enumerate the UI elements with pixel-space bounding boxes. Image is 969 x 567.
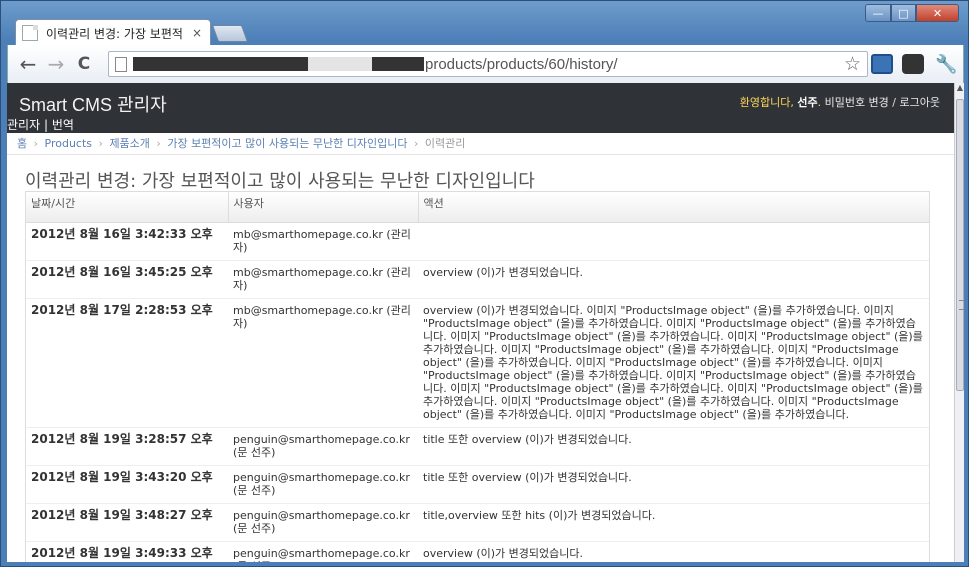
user-dot: .	[817, 96, 822, 109]
user-tools-separator: /	[892, 96, 897, 109]
breadcrumb-separator: ›	[98, 137, 103, 150]
row-user: penguin@smarthomepage.co.kr (문 선주)	[228, 503, 418, 542]
row-action: title,overview 또한 hits (이)가 변경되었습니다.	[418, 503, 929, 542]
row-datetime: 2012년 8월 19일 3:49:33 오후	[26, 541, 228, 562]
row-action: overview (이)가 변경되었습니다. 이미지 "ProductsImag…	[418, 298, 929, 428]
breadcrumb-separator: ›	[156, 137, 161, 150]
breadcrumb: 홈 › Products › 제품소개 › 가장 보편적이고 많이 사용되는 무…	[7, 133, 954, 155]
scrollbar-thumb[interactable]	[956, 99, 964, 391]
reload-button[interactable]: C	[70, 50, 98, 78]
browser-window: 이력관리 변경: 가장 보편적 × — □ ✕ ← → C products/p…	[0, 0, 969, 567]
site-brand: Smart CMS 관리자	[19, 95, 167, 115]
table-row: 2012년 8월 19일 3:43:20 오후 penguin@smarthom…	[26, 465, 929, 504]
redacted-url-gap	[308, 57, 372, 71]
url-text: products/products/60/history/	[425, 55, 618, 73]
admin-link[interactable]: 관리자	[7, 118, 40, 132]
row-datetime: 2012년 8월 16일 3:45:25 오후	[26, 260, 228, 299]
table-row: 2012년 8월 19일 3:48:27 오후 penguin@smarthom…	[26, 503, 929, 542]
tab-close-icon[interactable]: ×	[192, 26, 202, 40]
window-controls: — □ ✕	[865, 4, 959, 22]
table-row: 2012년 8월 16일 3:42:33 오후 mb@smarthomepage…	[26, 222, 929, 261]
tab-strip: 이력관리 변경: 가장 보편적 × — □ ✕	[1, 1, 969, 46]
column-header-datetime: 날짜/시간	[26, 192, 228, 223]
username: 선주	[797, 96, 818, 109]
row-action: overview (이)가 변경되었습니다.	[418, 260, 929, 299]
history-table: 날짜/시간 사용자 액션 2012년 8월 16일 3:42:33 오후 mb@…	[26, 192, 929, 562]
row-action: overview (이)가 변경되었습니다.	[418, 541, 929, 562]
column-header-action: 액션	[417, 192, 929, 223]
redacted-url-part	[133, 57, 308, 71]
row-datetime: 2012년 8월 19일 3:28:57 오후	[26, 427, 228, 466]
row-user: penguin@smarthomepage.co.kr (문 선주)	[228, 427, 418, 466]
admin-header: Smart CMS 관리자 환영합니다, 선주. 비밀번호 변경 / 로그아웃 …	[7, 83, 954, 133]
breadcrumb-separator: ›	[33, 137, 39, 150]
table-row: 2012년 8월 19일 3:28:57 오후 penguin@smarthom…	[26, 427, 929, 466]
user-tools: 환영합니다, 선주. 비밀번호 변경 / 로그아웃	[740, 94, 940, 110]
column-header-user: 사용자	[227, 192, 418, 223]
row-user: mb@smarthomepage.co.kr (관리자)	[228, 260, 418, 299]
breadcrumb-products[interactable]: Products	[45, 137, 93, 150]
row-datetime: 2012년 8월 19일 3:48:27 오후	[26, 503, 228, 542]
table-header-row: 날짜/시간 사용자 액션	[26, 192, 929, 223]
page-title: 이력관리 변경: 가장 보편적이고 많이 사용되는 무난한 디자인입니다	[25, 171, 535, 192]
row-user: penguin@smarthomepage.co.kr (문 선주)	[228, 465, 418, 504]
close-window-button[interactable]: ✕	[916, 4, 959, 22]
maximize-button[interactable]: □	[891, 4, 916, 22]
bookmark-star-icon[interactable]: ☆	[844, 53, 861, 75]
row-action: title 또한 overview (이)가 변경되었습니다.	[418, 427, 929, 466]
history-module: 날짜/시간 사용자 액션 2012년 8월 16일 3:42:33 오후 mb@…	[25, 191, 930, 562]
browser-tab-active[interactable]: 이력관리 변경: 가장 보편적 ×	[15, 19, 211, 46]
row-datetime: 2012년 8월 16일 3:42:33 오후	[26, 222, 228, 261]
breadcrumb-item[interactable]: 가장 보편적이고 많이 사용되는 무난한 디자인입니다	[167, 137, 407, 150]
table-row: 2012년 8월 17일 2:28:53 오후 mb@smarthomepage…	[26, 298, 929, 428]
table-row: 2012년 8월 16일 3:45:25 오후 mb@smarthomepage…	[26, 260, 929, 299]
page-icon	[115, 56, 127, 72]
new-tab-button[interactable]	[211, 25, 249, 42]
scroll-up-icon[interactable]: ▲	[955, 83, 965, 97]
sub-navigation: 관리자 | 번역	[7, 116, 74, 133]
translate-link[interactable]: 번역	[52, 118, 74, 132]
extension-icon[interactable]	[871, 54, 893, 74]
subnav-separator: |	[43, 118, 48, 132]
row-user: penguin@smarthomepage.co.kr (문 선주)	[228, 541, 418, 562]
row-datetime: 2012년 8월 17일 2:28:53 오후	[26, 298, 228, 428]
row-action: title 또한 overview (이)가 변경되었습니다.	[418, 465, 929, 504]
browser-toolbar: ← → C products/products/60/history/ ☆ 🔧	[7, 45, 964, 83]
camera-extension-icon[interactable]	[902, 54, 924, 74]
vertical-scrollbar[interactable]: ▲	[954, 83, 964, 562]
minimize-button[interactable]: —	[865, 4, 891, 22]
breadcrumb-category[interactable]: 제품소개	[109, 137, 149, 150]
tab-title: 이력관리 변경: 가장 보편적	[46, 26, 183, 41]
wrench-menu-icon[interactable]: 🔧	[935, 54, 957, 75]
address-bar[interactable]: products/products/60/history/ ☆	[108, 51, 868, 77]
breadcrumb-current: 이력관리	[424, 137, 466, 150]
page-content: Smart CMS 관리자 환영합니다, 선주. 비밀번호 변경 / 로그아웃 …	[7, 83, 954, 562]
scrollbar-grip-icon	[959, 300, 964, 310]
redacted-url-part	[372, 57, 424, 71]
page-favicon-icon	[22, 25, 38, 41]
row-datetime: 2012년 8월 19일 3:43:20 오후	[26, 465, 228, 504]
breadcrumb-separator: ›	[413, 137, 419, 150]
logout-link[interactable]: 로그아웃	[900, 96, 940, 109]
row-action	[418, 222, 929, 261]
breadcrumb-home[interactable]: 홈	[17, 137, 27, 150]
welcome-text: 환영합니다,	[739, 96, 794, 109]
change-password-link[interactable]: 비밀번호 변경	[825, 96, 889, 109]
table-row: 2012년 8월 19일 3:49:33 오후 penguin@smarthom…	[26, 541, 929, 562]
row-user: mb@smarthomepage.co.kr (관리자)	[228, 298, 418, 428]
back-button[interactable]: ←	[14, 50, 42, 78]
forward-button[interactable]: →	[42, 50, 70, 78]
row-user: mb@smarthomepage.co.kr (관리자)	[228, 222, 418, 261]
